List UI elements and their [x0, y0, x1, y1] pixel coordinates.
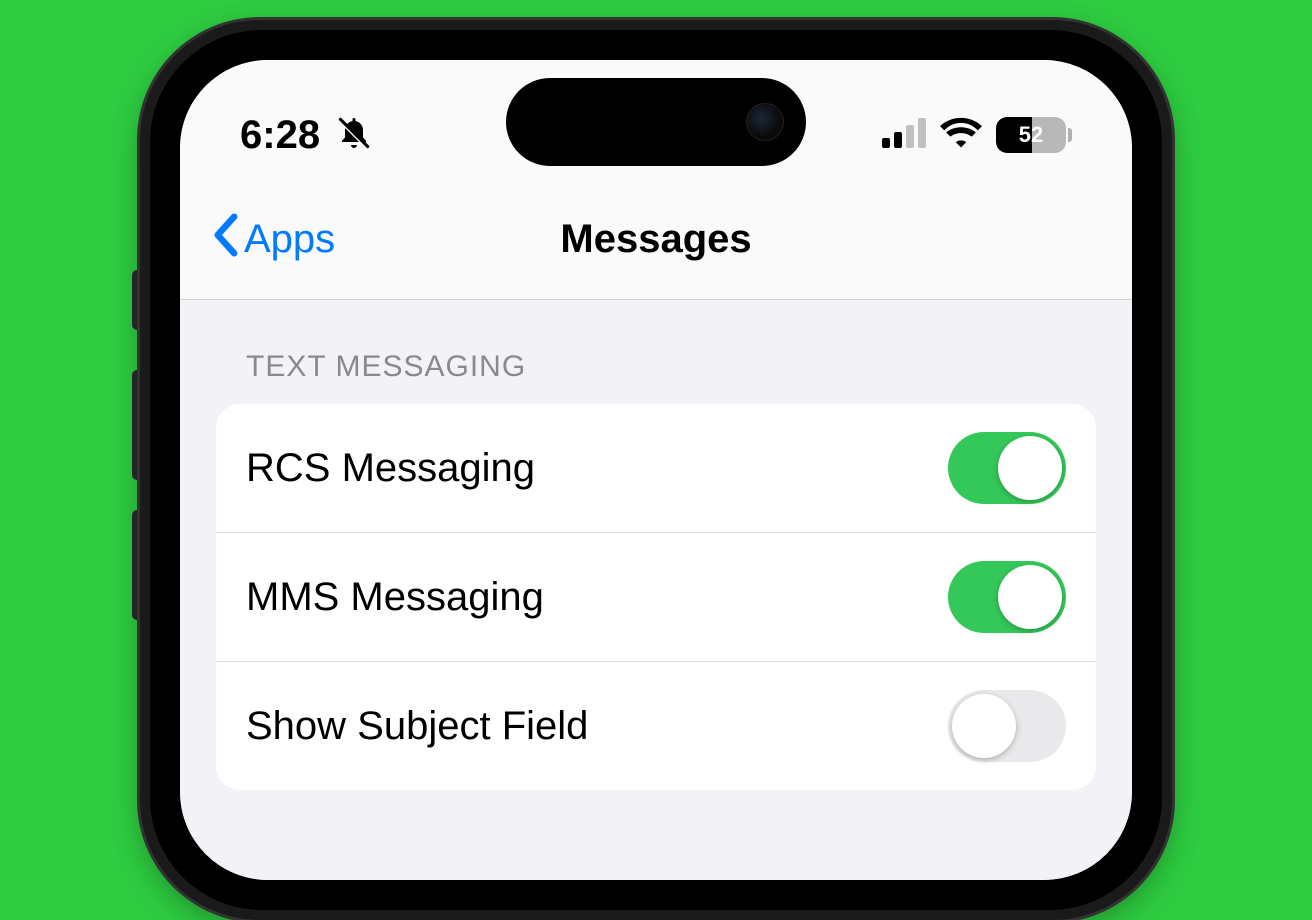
section-header: TEXT MESSAGING [216, 350, 1096, 384]
row-show-subject-field[interactable]: Show Subject Field [216, 662, 1096, 790]
row-label: RCS Messaging [246, 446, 535, 491]
battery-percent: 52 [996, 122, 1066, 148]
row-label: MMS Messaging [246, 575, 544, 620]
phone-frame: 6:28 [140, 20, 1172, 920]
cellular-signal-icon [882, 118, 926, 153]
status-left: 6:28 [240, 113, 372, 158]
silent-bell-icon [336, 115, 372, 156]
page-title: Messages [560, 217, 751, 262]
settings-content: TEXT MESSAGING RCS Messaging MMS Messagi… [180, 300, 1132, 880]
toggle-show-subject-field[interactable] [948, 690, 1066, 762]
status-right: 52 [882, 117, 1072, 154]
phone-screen: 6:28 [180, 60, 1132, 880]
chevron-left-icon [210, 213, 240, 267]
navigation-bar: Apps Messages [180, 180, 1132, 300]
row-mms-messaging[interactable]: MMS Messaging [216, 533, 1096, 662]
wifi-icon [940, 117, 982, 154]
back-label: Apps [244, 217, 335, 262]
phone-bezel: 6:28 [150, 30, 1162, 910]
dynamic-island [506, 78, 806, 166]
toggle-mms-messaging[interactable] [948, 561, 1066, 633]
battery-indicator: 52 [996, 117, 1072, 153]
row-rcs-messaging[interactable]: RCS Messaging [216, 404, 1096, 533]
row-label: Show Subject Field [246, 704, 588, 749]
front-camera [746, 103, 784, 141]
back-button[interactable]: Apps [210, 213, 335, 267]
settings-group: RCS Messaging MMS Messaging Show Subject… [216, 404, 1096, 790]
status-time: 6:28 [240, 113, 320, 158]
toggle-rcs-messaging[interactable] [948, 432, 1066, 504]
